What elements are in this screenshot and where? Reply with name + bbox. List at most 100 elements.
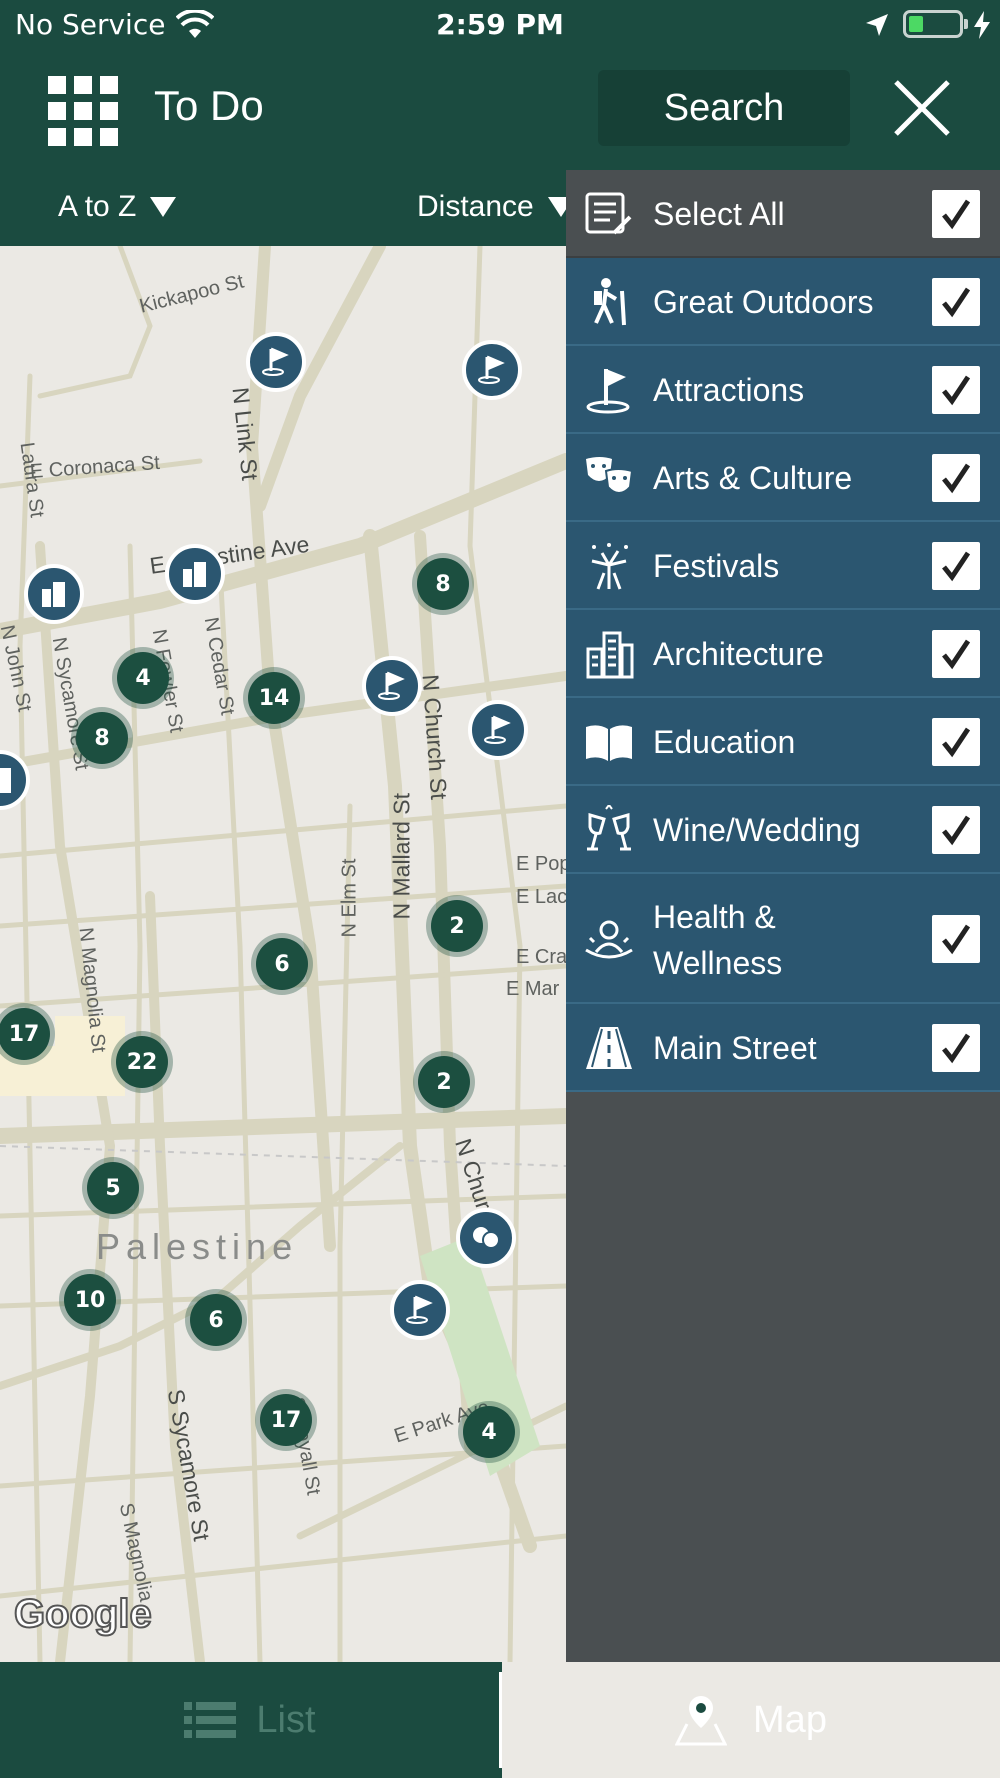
map-pin-attraction[interactable] (390, 1280, 450, 1340)
filter-label: Great Outdoors (653, 284, 874, 320)
buildings-icon (183, 562, 206, 587)
filter-row-great-outdoors[interactable]: Great Outdoors (566, 258, 1000, 346)
map-cluster[interactable]: 22 (116, 1036, 168, 1088)
checklist-icon (585, 192, 632, 235)
flag-icon (406, 1295, 433, 1324)
filter-row-festivals[interactable]: Festivals (566, 522, 1000, 610)
checkbox[interactable] (932, 806, 980, 854)
checkbox[interactable] (932, 1024, 980, 1072)
buildings-icon (586, 631, 634, 679)
wine-glasses-icon (587, 805, 631, 851)
checkmark-icon (942, 463, 971, 494)
checkbox[interactable] (932, 190, 980, 238)
checkmark-icon (942, 199, 971, 230)
search-button[interactable]: Search (598, 70, 850, 146)
status-bar: No Service 2:59 PM (0, 0, 1000, 52)
bottom-tab-bar: List Map (0, 1662, 1000, 1778)
filter-label: Attractions (653, 372, 805, 408)
street-label: E Pop (516, 853, 566, 875)
checkbox[interactable] (932, 915, 980, 963)
checkmark-icon (942, 1033, 971, 1064)
map-cluster[interactable]: 17 (260, 1394, 312, 1446)
google-logo: Google (13, 1591, 153, 1637)
filter-label: Festivals (653, 548, 780, 584)
street-label: N Elm St (338, 858, 361, 938)
map-pin-arts[interactable] (456, 1208, 516, 1268)
filter-row-attractions[interactable]: Attractions (566, 346, 1000, 434)
map-pin-attraction[interactable] (362, 656, 422, 716)
battery-icon (903, 10, 963, 38)
filter-label: Architecture (653, 636, 824, 672)
sort-bar: A to Z Distance (0, 170, 574, 246)
filter-row-architecture[interactable]: Architecture (566, 610, 1000, 698)
checkmark-icon (942, 727, 971, 758)
map-cluster[interactable]: 4 (117, 652, 169, 704)
sort-distance-button[interactable]: Distance (417, 190, 574, 224)
checkbox[interactable] (932, 542, 980, 590)
hiker-icon (594, 278, 626, 326)
sort-alpha-label: A to Z (58, 190, 137, 223)
filter-row-main-street[interactable]: Main Street (566, 1004, 1000, 1092)
map-cluster[interactable]: 2 (431, 900, 483, 952)
map-cluster[interactable]: 4 (463, 1406, 515, 1458)
filter-label: Arts & Culture (653, 460, 853, 496)
filter-row-health-wellness[interactable]: Health & Wellness (566, 874, 1000, 1004)
category-filter-panel: Select All Great Outdoors Attractions Ar… (566, 170, 1000, 1662)
map-pin-attraction[interactable] (462, 340, 522, 400)
checkmark-icon (942, 924, 971, 955)
checkbox[interactable] (932, 718, 980, 766)
flag-icon (262, 347, 289, 376)
filter-row-education[interactable]: Education (566, 698, 1000, 786)
map-view[interactable]: Kickapoo St Laura St E Coronaca St N Lin… (0, 246, 566, 1662)
charging-bolt-icon (974, 11, 990, 39)
filter-row-wine-wedding[interactable]: Wine/Wedding (566, 786, 1000, 874)
close-icon[interactable] (892, 78, 952, 138)
buildings-icon (0, 768, 11, 793)
map-pin-attraction[interactable] (246, 332, 306, 392)
map-pin-architecture[interactable] (24, 564, 84, 624)
checkbox[interactable] (932, 278, 980, 326)
checkmark-icon (942, 551, 971, 582)
map-cluster[interactable]: 8 (76, 712, 128, 764)
checkbox[interactable] (932, 454, 980, 502)
city-label: Palestine (96, 1226, 299, 1267)
book-icon (586, 725, 632, 761)
checkmark-icon (942, 639, 971, 670)
map-cluster[interactable]: 17 (0, 1008, 50, 1060)
checkmark-icon (942, 815, 971, 846)
map-cluster[interactable]: 14 (248, 672, 300, 724)
app-header: To Do Search (0, 52, 1000, 170)
tab-map-label: Map (753, 1698, 827, 1741)
tab-list[interactable]: List (0, 1662, 500, 1778)
map-cluster[interactable]: 2 (418, 1056, 470, 1108)
checkbox[interactable] (932, 630, 980, 678)
location-arrow-icon (866, 14, 888, 36)
filter-label: Select All (653, 196, 785, 232)
map-cluster[interactable]: 6 (190, 1294, 242, 1346)
filter-label: Health & Wellness (653, 899, 783, 981)
filter-row-select-all[interactable]: Select All (566, 170, 1000, 258)
theater-masks-icon (473, 1227, 500, 1249)
list-icon (184, 1702, 237, 1738)
map-cluster[interactable]: 6 (256, 938, 308, 990)
checkbox[interactable] (932, 366, 980, 414)
map-cluster[interactable]: 10 (64, 1274, 116, 1326)
sort-alpha-button[interactable]: A to Z (58, 190, 177, 224)
tab-map[interactable]: Map (502, 1662, 1000, 1778)
street-label: E Lac (516, 886, 566, 908)
map-cluster[interactable]: 5 (87, 1162, 139, 1214)
map-pin-attraction[interactable] (468, 700, 528, 760)
map-pin-architecture[interactable] (165, 544, 225, 604)
sort-distance-label: Distance (417, 190, 534, 223)
spa-person-icon (585, 920, 633, 959)
flag-icon (378, 671, 405, 700)
buildings-icon (42, 582, 65, 607)
page-title: To Do (154, 82, 264, 129)
street-label: N Mallard St (388, 792, 415, 920)
map-cluster[interactable]: 8 (417, 558, 469, 610)
filter-row-arts-culture[interactable]: Arts & Culture (566, 434, 1000, 522)
clock: 2:59 PM (436, 8, 564, 41)
grid-menu-icon[interactable] (48, 76, 118, 146)
road-icon (586, 1027, 632, 1069)
flag-icon (484, 715, 511, 744)
